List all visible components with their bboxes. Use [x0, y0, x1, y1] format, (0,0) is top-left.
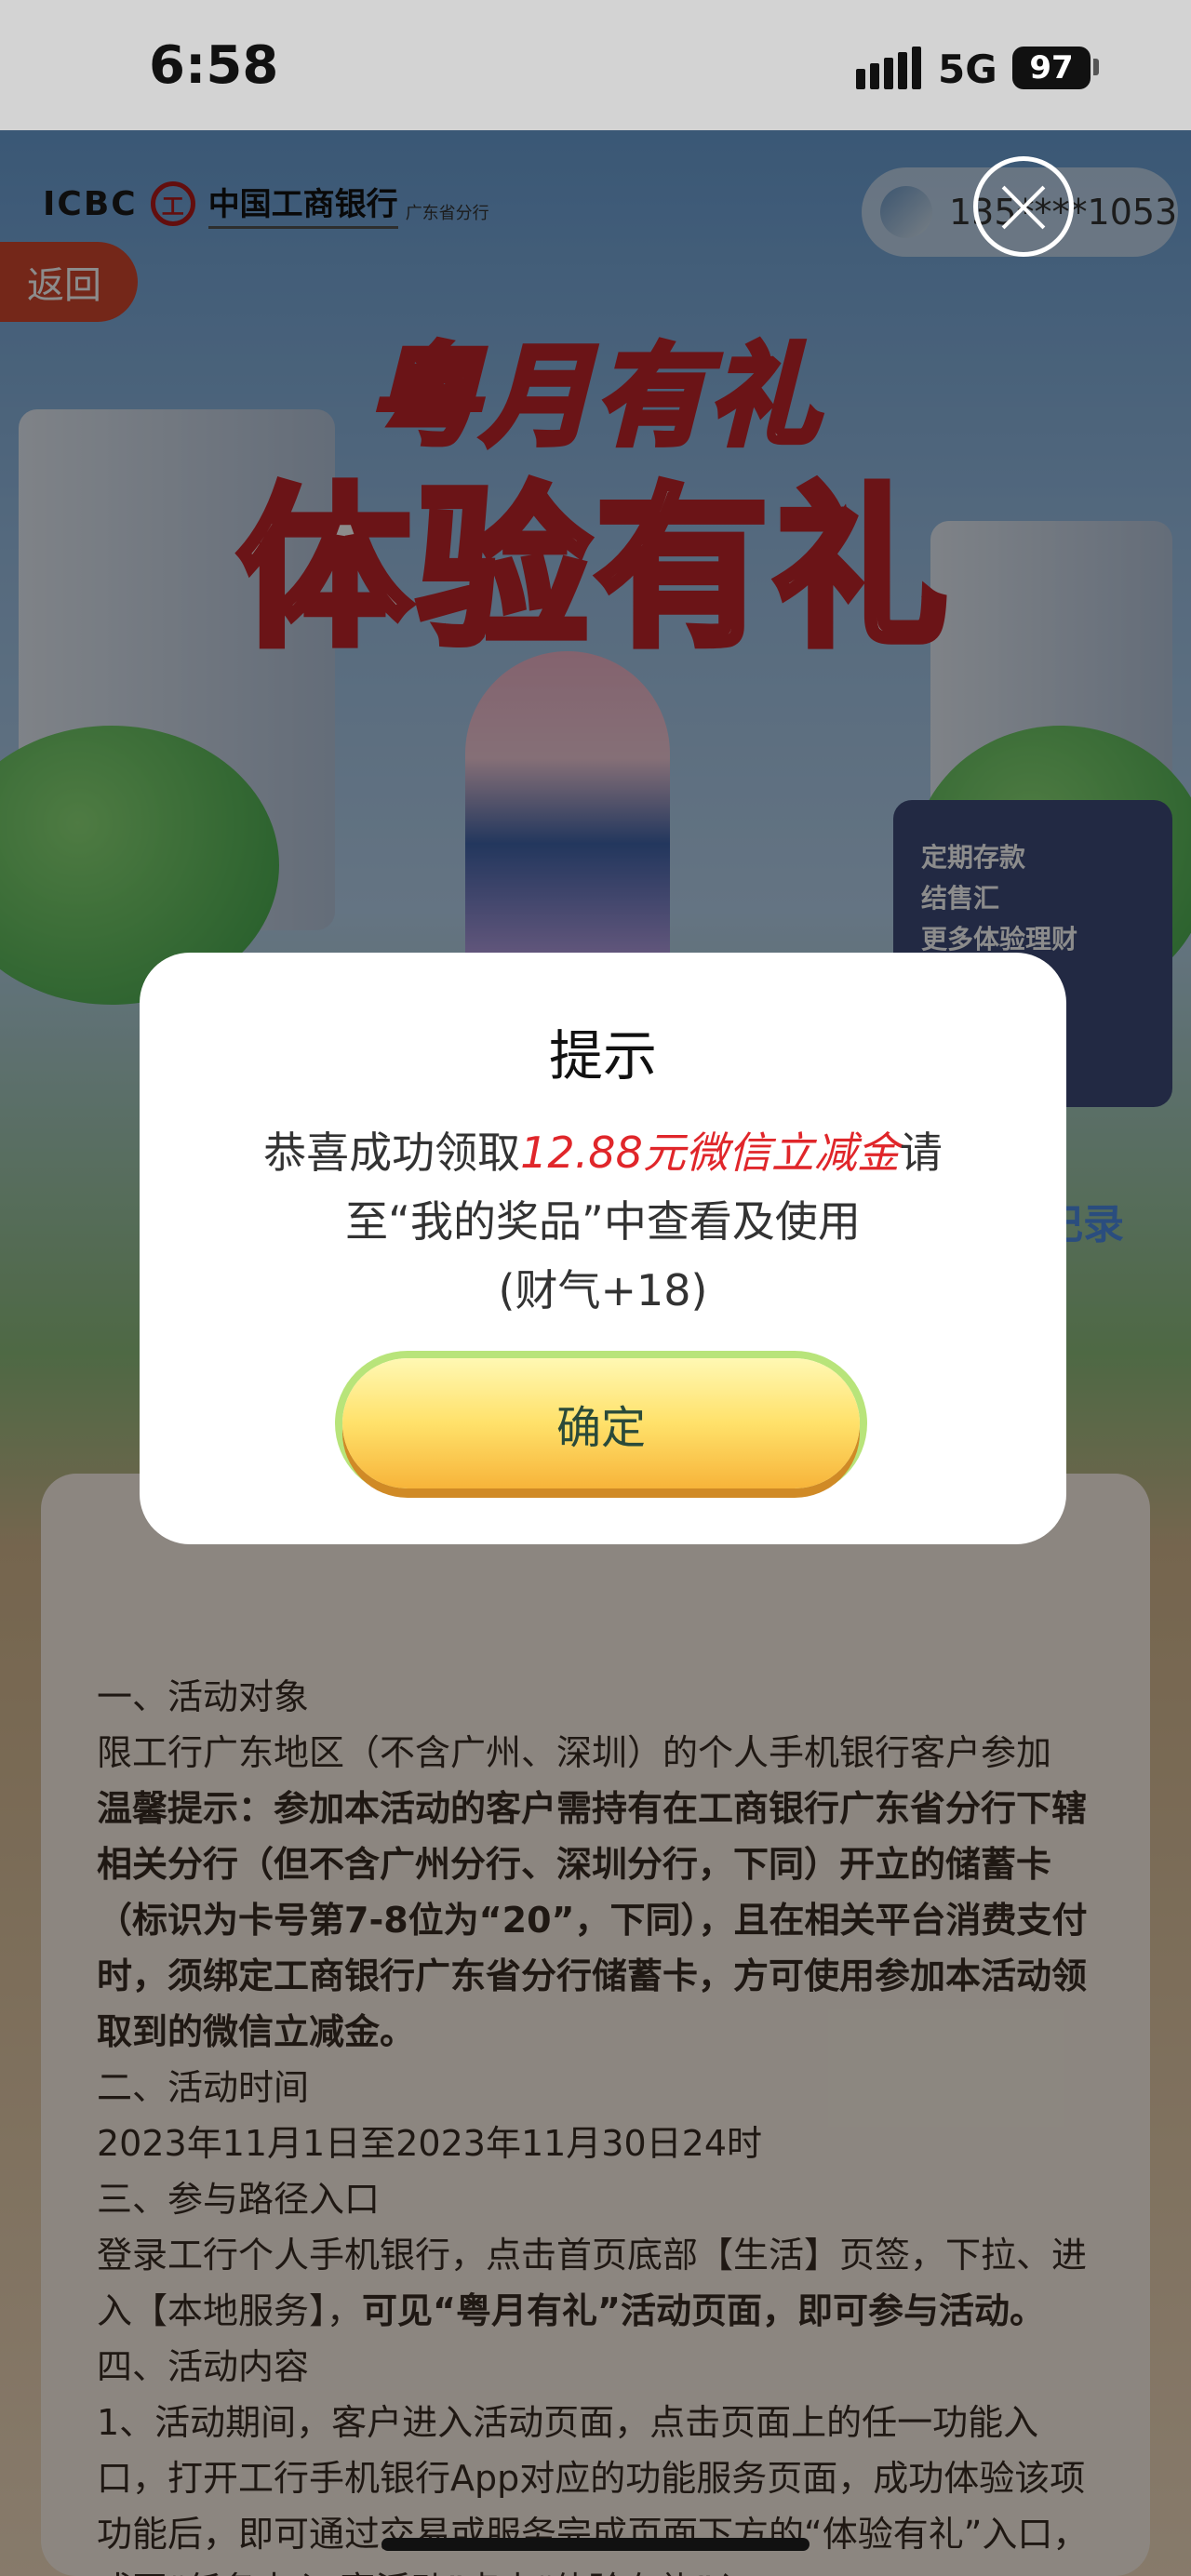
status-time: 6:58 [149, 35, 279, 96]
dialog-prize-amount: 12.88元微信立减金 [520, 1128, 900, 1178]
home-indicator [381, 2538, 810, 2551]
prize-dialog: 提示 恭喜成功领取12.88元微信立减金请至“我的奖品”中查看及使用 (财气+1… [140, 953, 1066, 1544]
confirm-button[interactable]: 确定 [342, 1358, 860, 1488]
close-icon[interactable] [973, 156, 1074, 257]
status-bar: 6:58 5G 97 [0, 0, 1191, 130]
battery-cap [1093, 59, 1099, 75]
network-type: 5G [938, 47, 997, 92]
dialog-bonus: (财气+18) [498, 1265, 708, 1315]
dialog-message: 恭喜成功领取12.88元微信立减金请至“我的奖品”中查看及使用 (财气+18) [214, 1118, 992, 1325]
signal-icon [856, 47, 921, 89]
dialog-title: 提示 [548, 1024, 657, 1088]
battery-icon: 97 [1012, 47, 1091, 89]
dialog-msg-prefix: 恭喜成功领取 [263, 1128, 521, 1178]
